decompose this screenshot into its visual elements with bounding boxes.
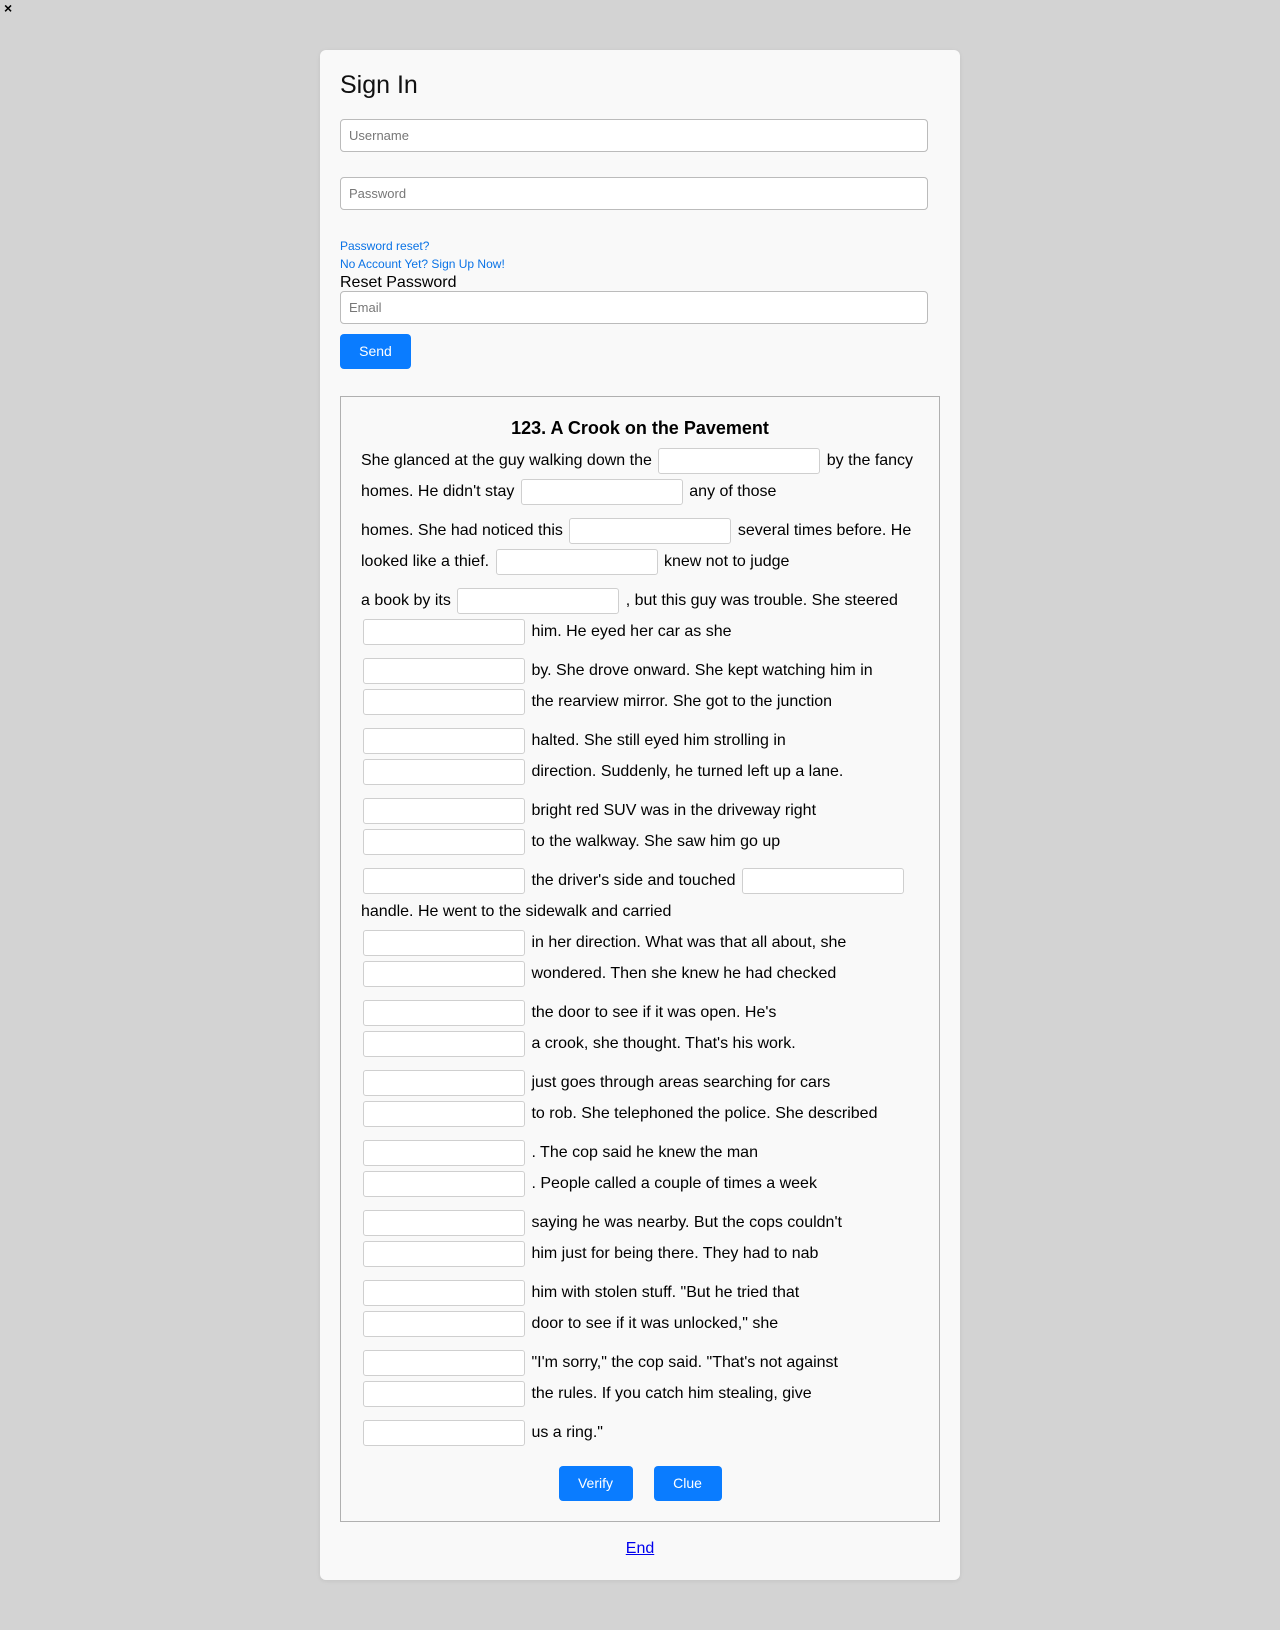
blank-input[interactable]: [495, 548, 658, 575]
blank-input[interactable]: [363, 727, 525, 754]
signin-title: Sign In: [340, 71, 418, 99]
story-segment: halted. She still eyed him strolling in: [531, 732, 786, 749]
blank-input[interactable]: [363, 1069, 525, 1096]
blank-input[interactable]: [363, 1170, 525, 1197]
story-segment: door to see if it was unlocked," she: [531, 1315, 779, 1332]
story-segment: a book by its: [361, 592, 451, 609]
password-input[interactable]: [340, 177, 928, 210]
send-button[interactable]: Send: [340, 334, 411, 369]
verify-button[interactable]: Verify: [558, 1466, 633, 1501]
close-icon[interactable]: ×: [4, 0, 12, 16]
story-segment: in her direction. What was that all abou…: [531, 934, 847, 951]
story-text: She glanced at the guy walking down the …: [361, 445, 919, 1448]
story-segment: the rearview mirror. She got to the junc…: [531, 693, 833, 710]
blank-input[interactable]: [363, 797, 525, 824]
story-segment: the driver's side and touched: [531, 872, 736, 889]
blank-input[interactable]: [363, 1139, 525, 1166]
end-link-container: End: [320, 1540, 960, 1558]
story-segment: to the walkway. She saw him go up: [531, 833, 781, 850]
clue-button[interactable]: Clue: [653, 1466, 722, 1501]
end-link[interactable]: End: [626, 1540, 654, 1557]
email-input[interactable]: [340, 291, 928, 324]
story-segment: saying he was nearby. But the cops could…: [531, 1214, 842, 1231]
blank-input[interactable]: [363, 1240, 525, 1267]
story-segment: , but this guy was trouble. She steered: [625, 592, 898, 609]
exercise-title: 123. A Crook on the Pavement: [511, 418, 769, 438]
story-segment: knew not to judge: [663, 553, 790, 570]
story-segment: us a ring.": [531, 1424, 603, 1441]
story-segment: him. He eyed her car as she: [531, 623, 732, 640]
blank-input[interactable]: [363, 1279, 525, 1306]
story-segment: him with stolen stuff. "But he tried tha…: [531, 1284, 800, 1301]
blank-input[interactable]: [520, 478, 683, 505]
blank-input[interactable]: [363, 1030, 525, 1057]
blank-input[interactable]: [363, 1100, 525, 1127]
blank-input[interactable]: [363, 960, 525, 987]
story-segment: . People called a couple of times a week: [531, 1175, 817, 1192]
reset-password-title: Reset Password: [340, 274, 457, 291]
blank-input[interactable]: [363, 758, 525, 785]
story-segment: bright red SUV was in the driveway right: [531, 802, 817, 819]
story-segment: She glanced at the guy walking down the: [361, 452, 652, 469]
story-segment: . The cop said he knew the man: [531, 1144, 758, 1161]
blank-input[interactable]: [363, 657, 525, 684]
story-segment: direction. Suddenly, he turned left up a…: [531, 763, 844, 780]
exercise-actions: Verify Clue: [341, 1466, 939, 1501]
main-card: Sign In Password reset? No Account Yet? …: [320, 50, 960, 1580]
blank-input[interactable]: [363, 1349, 525, 1376]
story-segment: handle. He went to the sidewalk and carr…: [361, 903, 672, 920]
story-segment: the rules. If you catch him stealing, gi…: [531, 1385, 812, 1402]
story-segment: him just for being there. They had to na…: [531, 1245, 819, 1262]
story-segment: by. She drove onward. She kept watching …: [531, 662, 873, 679]
blank-input[interactable]: [457, 587, 620, 614]
cloze-exercise: 123. A Crook on the Pavement She glanced…: [340, 396, 940, 1522]
story-segment: "I'm sorry," the cop said. "That's not a…: [531, 1354, 838, 1371]
blank-input[interactable]: [741, 867, 904, 894]
blank-input[interactable]: [363, 828, 525, 855]
story-segment: a crook, she thought. That's his work.: [531, 1035, 796, 1052]
story-segment: any of those: [689, 483, 777, 500]
signup-link[interactable]: No Account Yet? Sign Up Now!: [340, 255, 940, 273]
blank-input[interactable]: [363, 1209, 525, 1236]
story-segment: homes. She had noticed this: [361, 522, 563, 539]
story-segment: wondered. Then she knew he had checked: [531, 965, 837, 982]
blank-input[interactable]: [569, 517, 732, 544]
password-reset-link[interactable]: Password reset?: [340, 237, 940, 255]
auth-links: Password reset? No Account Yet? Sign Up …: [340, 237, 940, 273]
username-input[interactable]: [340, 119, 928, 152]
blank-input[interactable]: [658, 447, 821, 474]
blank-input[interactable]: [363, 618, 525, 645]
blank-input[interactable]: [363, 688, 525, 715]
story-segment: just goes through areas searching for ca…: [531, 1074, 831, 1091]
blank-input[interactable]: [363, 1380, 525, 1407]
story-segment: the door to see if it was open. He's: [531, 1004, 777, 1021]
blank-input[interactable]: [363, 1310, 525, 1337]
blank-input[interactable]: [363, 867, 525, 894]
blank-input[interactable]: [363, 999, 525, 1026]
blank-input[interactable]: [363, 929, 525, 956]
blank-input[interactable]: [363, 1419, 525, 1446]
story-segment: to rob. She telephoned the police. She d…: [531, 1105, 878, 1122]
